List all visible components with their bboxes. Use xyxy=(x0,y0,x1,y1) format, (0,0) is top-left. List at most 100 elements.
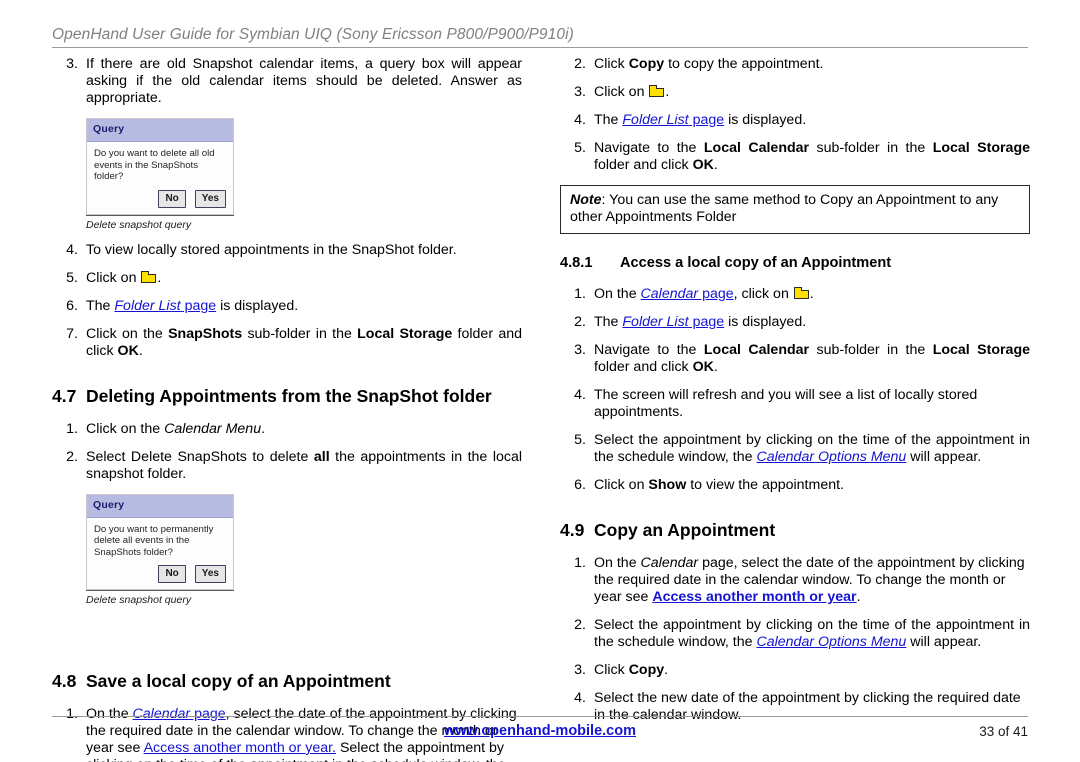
calendar-page-link[interactable]: Calendar page xyxy=(133,706,226,722)
footer-website-link[interactable]: www.openhand-mobile.com xyxy=(0,723,1080,739)
folder-list-link[interactable]: Folder List page xyxy=(622,314,724,330)
list-text-segment: is displayed. xyxy=(724,112,807,128)
dialog-no-button[interactable]: No xyxy=(158,565,186,583)
calendar-label: Calendar xyxy=(640,555,699,571)
list-text-segment: is displayed. xyxy=(724,314,807,330)
list-text-segment: , click on xyxy=(733,286,793,302)
calendar-options-menu-link[interactable]: Calendar Options Menu xyxy=(756,634,906,650)
list-item: 2. Select the appointment by clicking on… xyxy=(560,617,1030,651)
list-text-segment: Click xyxy=(594,56,629,72)
list-text: The Folder List page is displayed. xyxy=(594,314,1030,331)
heading-4-7: 4.7 Deleting Appointments from the SnapS… xyxy=(52,386,522,407)
folder-icon xyxy=(649,85,665,97)
list-item: 6. The Folder List page is displayed. xyxy=(52,298,522,315)
list-text: Select the appointment by clicking on th… xyxy=(594,617,1030,651)
list-number: 6. xyxy=(66,297,78,314)
page-header: OpenHand User Guide for Symbian UIQ (Son… xyxy=(52,26,574,43)
list-text: The Folder List page is displayed. xyxy=(86,298,522,315)
list-item: 4. The screen will refresh and you will … xyxy=(560,387,1030,421)
dialog-message-line: delete all events in the xyxy=(94,535,190,546)
folder-list-link[interactable]: Folder List page xyxy=(114,298,216,314)
list-text-segment: Click on xyxy=(86,269,141,286)
list-text: Click Copy to copy the appointment. xyxy=(594,56,1030,73)
link-italic-part: Folder List xyxy=(622,112,689,128)
list-item: 2. Click Copy to copy the appointment. xyxy=(560,56,1030,73)
list-text-segment: On the xyxy=(594,286,641,302)
list-item: 1. On the Calendar page, select the date… xyxy=(560,555,1030,606)
list-item: 1. Click on the Calendar Menu. xyxy=(52,421,522,438)
list-text-segment: The xyxy=(86,297,115,314)
right-column: 2. Click Copy to copy the appointment. 3… xyxy=(560,56,1030,735)
list-number: 3. xyxy=(574,84,586,100)
list-text-segment: . xyxy=(713,359,718,375)
list-text-segment: The xyxy=(594,314,623,330)
list-text-segment: Navigate to the xyxy=(594,342,704,358)
list-item: 5. Select the appointment by clicking on… xyxy=(560,432,1030,466)
list-item: 4. Select the new date of the appointmen… xyxy=(560,690,1030,724)
left-column: 3. If there are old Snapshot calendar it… xyxy=(52,56,522,762)
list-text-segment: Click on xyxy=(594,477,649,493)
dialog-yes-button[interactable]: Yes xyxy=(194,565,226,583)
dialog-message-line: SnapShots folder? xyxy=(94,546,173,558)
dialog-yes-button[interactable]: Yes xyxy=(194,189,226,208)
list-number: 1. xyxy=(574,555,586,571)
list-text: Click Copy. xyxy=(594,662,1030,679)
access-another-month-or-year-link[interactable]: Access another month or year xyxy=(652,589,856,605)
list-text-segment: Select Delete SnapShots to delete xyxy=(86,448,314,465)
calendar-page-link[interactable]: Calendar page xyxy=(641,286,734,302)
list-number: 4. xyxy=(574,387,586,403)
local-calendar-label: Local Calendar xyxy=(703,342,810,358)
list-number: 1. xyxy=(66,420,78,437)
folder-icon xyxy=(793,287,809,299)
dialog-message-line: events in the SnapShots folder? xyxy=(94,159,199,183)
list-number: 2. xyxy=(66,448,78,465)
dialog-buttons: No Yes xyxy=(87,187,233,214)
list-text: The screen will refresh and you will see… xyxy=(594,387,978,420)
list-text: If there are old Snapshot calendar items… xyxy=(86,56,522,106)
link-italic-part: Folder List xyxy=(622,314,689,330)
dialog-message-line: Do you want to permanently xyxy=(94,523,214,535)
list-text: Select the appointment by clicking on th… xyxy=(594,432,1030,466)
list-number: 5. xyxy=(574,432,586,448)
list-item: 2. Select Delete SnapShots to delete all… xyxy=(52,449,522,483)
show-label: Show xyxy=(648,477,687,493)
heading-4-9: 4.9 Copy an Appointment xyxy=(560,520,1030,541)
list-text-segment: Click on xyxy=(594,84,649,100)
list-text-segment: On the xyxy=(86,706,133,722)
list-item: 2. The Folder List page is displayed. xyxy=(560,314,1030,331)
link-plain-part: page xyxy=(190,706,226,722)
list-number: 1. xyxy=(574,286,586,302)
ok-label: OK xyxy=(692,157,714,173)
list-text: Click on . xyxy=(594,84,1030,101)
list-number: 2. xyxy=(574,617,586,633)
figure-delete-snapshot-query-1: Query Do you want to delete all old even… xyxy=(86,118,234,234)
calendar-options-menu-link[interactable]: Calendar Options Menu xyxy=(756,449,906,465)
dialog-message: Do you want to delete all old events in … xyxy=(87,142,233,187)
list-text-segment: to view the appointment. xyxy=(686,477,844,493)
list-text: Navigate to the Local Calendar sub-folde… xyxy=(594,140,1030,174)
link-italic-part: Calendar xyxy=(640,286,699,302)
list-number: 4. xyxy=(574,112,586,128)
folder-list-link[interactable]: Folder List page xyxy=(622,112,724,128)
list-text-segment: The xyxy=(594,112,623,128)
dialog-no-button[interactable]: No xyxy=(158,189,186,208)
list-number: 2. xyxy=(574,56,586,72)
link-italic-part: Folder List xyxy=(114,297,181,314)
dialog-buttons: No Yes xyxy=(87,562,233,589)
link-plain-part: page xyxy=(180,297,217,314)
list-text-segment: is displayed. xyxy=(216,297,299,314)
list-number: 3. xyxy=(66,56,78,72)
heading-number: 4.8 xyxy=(52,671,77,691)
folder-icon xyxy=(141,270,157,283)
figure-caption: Delete snapshot query xyxy=(86,214,234,234)
list-item: 4. To view locally stored appointments i… xyxy=(52,242,522,259)
access-another-month-or-year-link[interactable]: Access another month or year. xyxy=(144,740,336,756)
note-text: : You can use the same method to Copy an… xyxy=(570,192,999,225)
local-storage-label: Local Storage xyxy=(932,140,1031,156)
link-plain-part: page xyxy=(688,112,725,128)
snapshots-label: SnapShots xyxy=(168,325,243,342)
local-storage-label: Local Storage xyxy=(357,325,453,342)
list-text: On the Calendar page, select the date of… xyxy=(594,555,1030,606)
heading-title: Copy an Appointment xyxy=(594,520,776,540)
list-item: 4. The Folder List page is displayed. xyxy=(560,112,1030,129)
